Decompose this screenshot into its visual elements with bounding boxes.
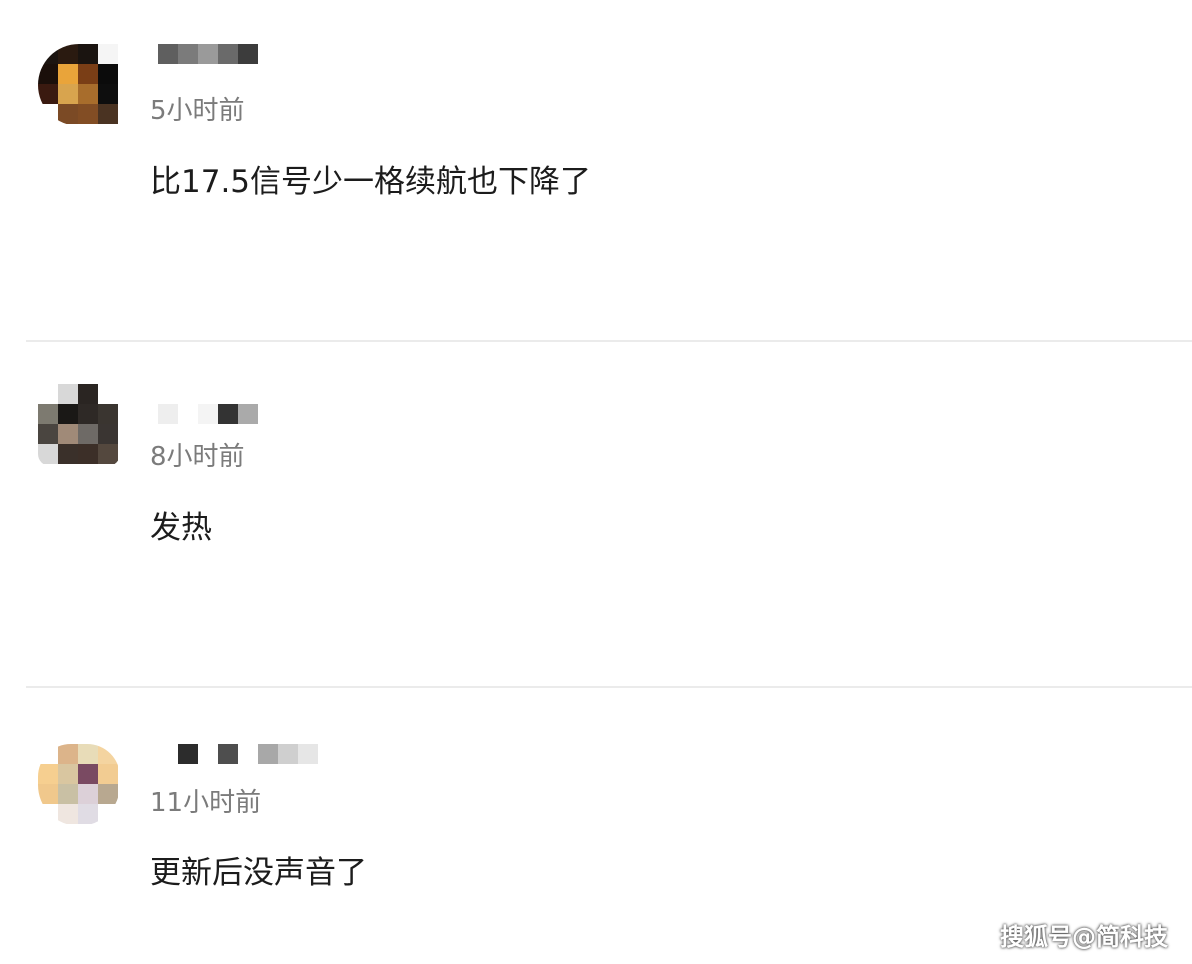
username-redacted[interactable] [158,744,318,766]
comment-text: 发热 [150,510,212,546]
comment-item: 8小时前 发热 [0,342,1192,686]
username-redacted[interactable] [158,44,258,66]
comment-text: 更新后没声音了 [150,855,367,891]
comment-time: 11小时前 [150,788,262,818]
comment-time: 5小时前 [150,96,245,126]
username-redacted[interactable] [158,404,258,426]
watermark: 搜狐号@简科技 [1000,923,1168,951]
avatar[interactable] [38,744,120,826]
comment-time: 8小时前 [150,442,245,472]
comment-text: 比17.5信号少一格续航也下降了 [150,164,592,200]
comment-item: 5小时前 比17.5信号少一格续航也下降了 [0,0,1192,340]
avatar[interactable] [38,44,120,126]
avatar[interactable] [38,384,120,466]
